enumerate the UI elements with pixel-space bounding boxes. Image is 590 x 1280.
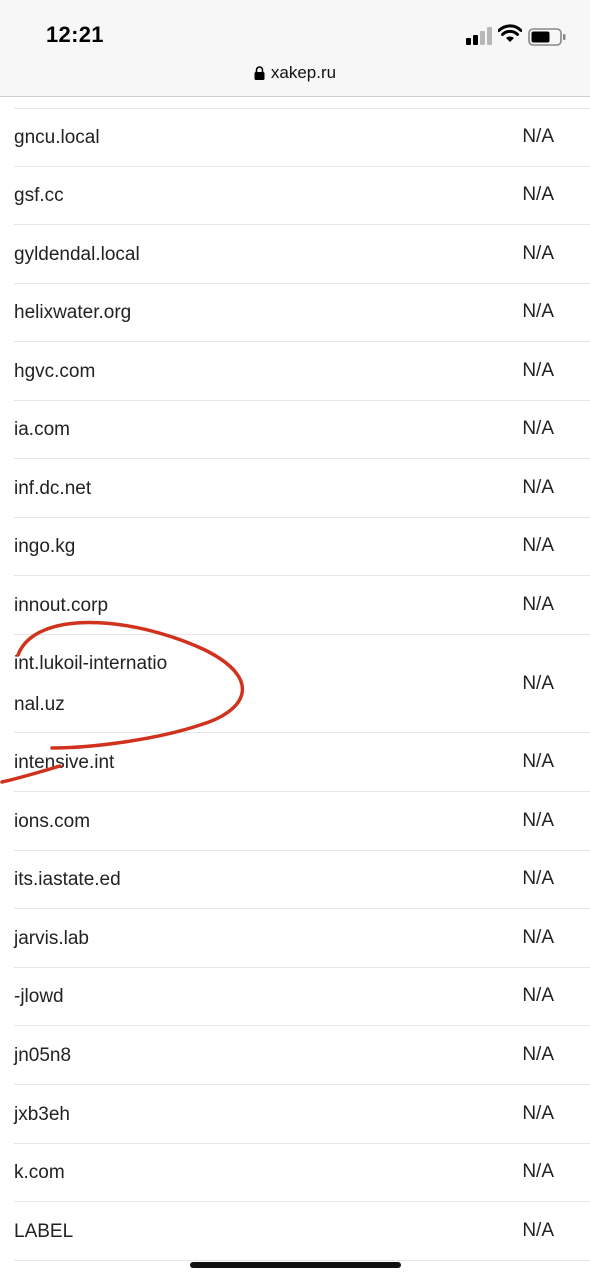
- domain-cell: ions.com: [14, 810, 91, 832]
- table-row: gncu.local N/A: [14, 108, 590, 167]
- table-row: its.iastate.ed N/A: [14, 850, 590, 909]
- domain-cell: intensive.int: [14, 751, 115, 773]
- domain-cell: hgvc.com: [14, 360, 96, 382]
- domain-cell: -jlowd: [14, 985, 64, 1007]
- domain-cell: innout.corp: [14, 594, 109, 616]
- domain-cell: k.com: [14, 1161, 65, 1183]
- table-row: ingo.kg N/A: [14, 517, 590, 576]
- value-cell: N/A: [522, 535, 554, 556]
- value-cell: N/A: [522, 810, 554, 831]
- value-cell: N/A: [522, 360, 554, 381]
- domain-cell: inf.dc.net: [14, 477, 92, 499]
- domain-cell: jn05n8: [14, 1044, 72, 1066]
- table-row: innout.corp N/A: [14, 576, 590, 635]
- value-cell: N/A: [522, 301, 554, 322]
- table-row: intensive.int N/A: [14, 733, 590, 792]
- value-cell: N/A: [522, 1220, 554, 1241]
- value-cell: N/A: [522, 868, 554, 889]
- domain-table: gncu.local N/A gsf.cc N/A gyldendal.local N/A…: [0, 97, 590, 1280]
- table-row: jarvis.lab N/A: [14, 909, 590, 968]
- value-cell: N/A: [522, 985, 554, 1006]
- table-row: gsf.cc N/A: [14, 166, 590, 225]
- status-bar: 12:21: [0, 0, 590, 60]
- address-bar[interactable]: xakep.ru: [0, 60, 590, 97]
- domain-cell: jxb3eh: [14, 1103, 70, 1125]
- lock-icon: [254, 66, 265, 80]
- value-cell: N/A: [522, 927, 554, 948]
- cellular-signal-icon: [466, 27, 494, 45]
- domain-cell: ia.com: [14, 418, 70, 440]
- value-cell: N/A: [522, 184, 554, 205]
- wifi-icon: [498, 24, 522, 42]
- value-cell: N/A: [522, 126, 554, 147]
- table-row: int.lukoil-international.uz N/A: [14, 635, 590, 733]
- domain-cell: LABEL: [14, 1220, 74, 1242]
- url-text: xakep.ru: [270, 63, 337, 82]
- table-row: k.com N/A: [14, 1143, 590, 1202]
- domain-cell: gsf.cc: [14, 184, 64, 206]
- value-cell: N/A: [522, 672, 554, 694]
- value-cell: N/A: [522, 477, 554, 498]
- table-row: ia.com N/A: [14, 400, 590, 459]
- clock: 12:21: [46, 22, 104, 47]
- domain-cell: jarvis.lab: [14, 927, 89, 949]
- battery-icon: [528, 28, 566, 46]
- domain-cell: int.lukoil-international.uz: [14, 652, 168, 715]
- value-cell: N/A: [522, 243, 554, 264]
- domain-cell: ingo.kg: [14, 535, 76, 557]
- value-cell: N/A: [522, 1161, 554, 1182]
- value-cell: N/A: [522, 751, 554, 772]
- table-row: jn05n8 N/A: [14, 1026, 590, 1085]
- domain-cell: gyldendal.local: [14, 243, 140, 265]
- table-row: inf.dc.net N/A: [14, 459, 590, 518]
- value-cell: N/A: [522, 1044, 554, 1065]
- table-row: ions.com N/A: [14, 792, 590, 851]
- value-cell: N/A: [522, 594, 554, 615]
- table-row: -jlowd N/A: [14, 967, 590, 1026]
- table-row: LABEL N/A: [14, 1202, 590, 1261]
- domain-cell: helixwater.org: [14, 301, 132, 323]
- value-cell: N/A: [522, 418, 554, 439]
- domain-cell: gncu.local: [14, 126, 100, 148]
- table-row: jxb3eh N/A: [14, 1085, 590, 1144]
- domain-cell: its.iastate.ed: [14, 868, 121, 890]
- home-indicator: [190, 1262, 401, 1268]
- table-row: helixwater.org N/A: [14, 283, 590, 342]
- table-row: gyldendal.local N/A: [14, 225, 590, 284]
- value-cell: N/A: [522, 1103, 554, 1124]
- table-row: hgvc.com N/A: [14, 342, 590, 401]
